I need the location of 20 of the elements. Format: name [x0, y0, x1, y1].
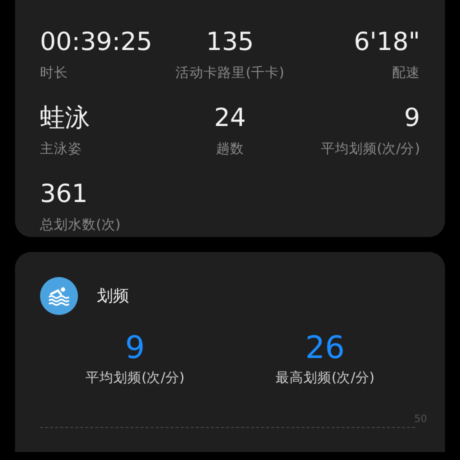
- stat-label: 主泳姿: [40, 140, 83, 158]
- swimmer-icon: [40, 277, 78, 315]
- stat-value: 6'18": [354, 26, 420, 58]
- stat-value: 24: [214, 102, 246, 134]
- stat-value: 9: [125, 329, 145, 367]
- stat-value: 00:39:25: [40, 26, 154, 58]
- stat-label: 趟数: [216, 140, 244, 158]
- stat-label: 时长: [40, 64, 69, 82]
- section-title: 划频: [97, 286, 129, 306]
- stat-label: 平均划频(次/分): [320, 140, 420, 158]
- stat-value: 361: [40, 178, 89, 210]
- stat-label: 配速: [392, 64, 420, 82]
- stat-label: 平均划频(次/分): [85, 369, 185, 387]
- stat-value: 9: [404, 102, 420, 134]
- stat-value: 135: [206, 26, 254, 58]
- stat-label: 最高划频(次/分): [275, 369, 375, 387]
- stat-label: 活动卡路里(千卡): [176, 64, 284, 82]
- stat-label: 总划水数(次): [40, 216, 122, 234]
- stat-value: 蛙泳: [40, 102, 91, 134]
- stat-value: 26: [305, 329, 345, 367]
